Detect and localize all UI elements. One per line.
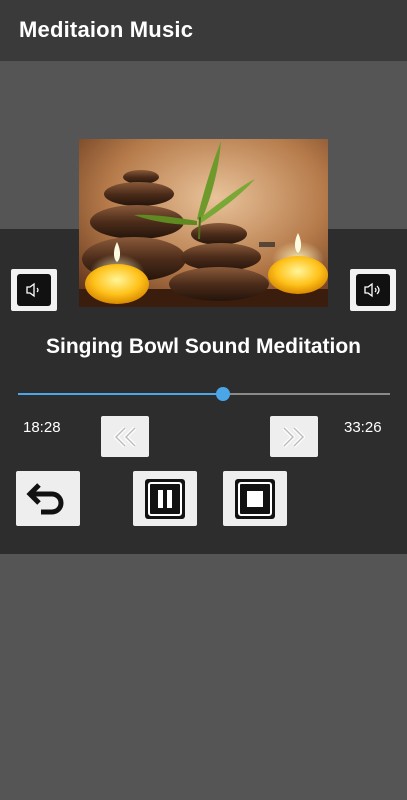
- stop-icon: [235, 478, 275, 519]
- pause-button[interactable]: [133, 471, 197, 526]
- total-time: 33:26: [344, 419, 382, 436]
- elapsed-time: 18:28: [23, 419, 61, 436]
- rewind-icon: [114, 426, 137, 447]
- volume-up-icon: [356, 274, 390, 306]
- track-title: Singing Bowl Sound Meditation: [46, 335, 361, 358]
- app-title: Meditaion Music: [19, 17, 194, 42]
- seek-bar[interactable]: [18, 387, 390, 401]
- seek-thumb[interactable]: [216, 387, 230, 401]
- back-button[interactable]: [16, 471, 80, 526]
- stop-button[interactable]: [223, 471, 287, 526]
- album-artwork: [79, 139, 328, 307]
- rewind-button[interactable]: [101, 416, 149, 457]
- zen-stones-candles-image: [79, 139, 328, 307]
- fast-forward-icon: [282, 426, 305, 447]
- volume-down-icon: [17, 274, 51, 306]
- volume-down-button[interactable]: [11, 269, 57, 311]
- volume-up-button[interactable]: [350, 269, 396, 311]
- seek-progress: [18, 393, 223, 395]
- pause-icon: [145, 478, 185, 519]
- back-arrow-icon: [26, 482, 64, 514]
- fast-forward-button[interactable]: [270, 416, 318, 457]
- app-bar: Meditaion Music: [0, 0, 407, 61]
